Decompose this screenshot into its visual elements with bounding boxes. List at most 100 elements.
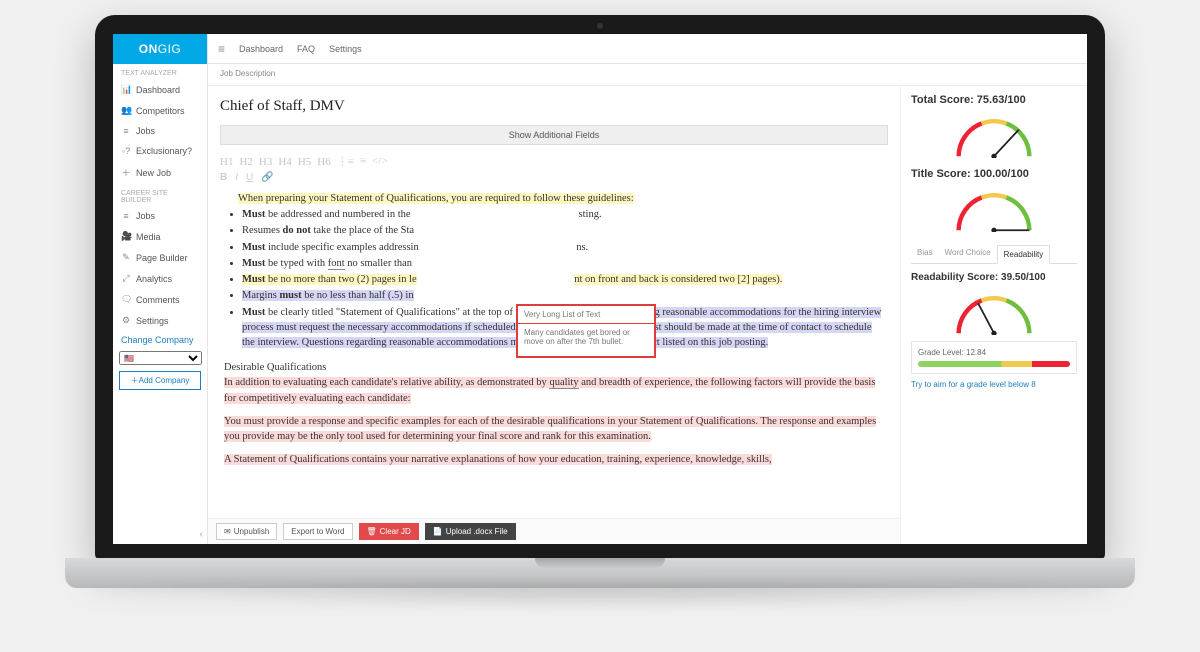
bold-icon[interactable]: B	[220, 172, 227, 183]
competitors-icon: 👥	[121, 105, 131, 116]
title-score-label: Title Score: 100.00/100	[911, 168, 1077, 180]
italic-icon[interactable]: I	[235, 172, 238, 183]
ordered-list-icon[interactable]: ≡	[360, 155, 366, 168]
heading-h6[interactable]: H6	[317, 156, 330, 168]
sidebar-item-exclusionary[interactable]: ◦? Exclusionary?	[113, 141, 207, 161]
sidebar-item-page-builder[interactable]: ✎ Page Builder	[113, 247, 207, 268]
tab-word-choice[interactable]: Word Choice	[939, 244, 997, 263]
sidebar-item-label: Settings	[136, 316, 169, 326]
nav-settings[interactable]: Settings	[329, 44, 362, 54]
topbar: ≡ Dashboard FAQ Settings	[208, 34, 1087, 64]
sidebar-item-jobs[interactable]: ≡ Jobs	[113, 121, 207, 141]
envelope-icon: ✉	[224, 527, 231, 536]
sidebar-item-new-job[interactable]: ＋ New Job	[113, 161, 207, 184]
bullet-list-icon[interactable]: ⋮≡	[337, 155, 354, 168]
heading-h2[interactable]: H2	[239, 156, 252, 168]
sidebar-item-settings[interactable]: ⚙ Settings	[113, 310, 207, 331]
company-select[interactable]: 🇺🇸	[119, 351, 202, 365]
grade-level-bar	[918, 361, 1070, 367]
grade-level-text: Grade Level: 12.84	[918, 348, 1070, 357]
sidebar-section-builder: CAREER SITE BUILDER	[113, 184, 207, 206]
title-score-gauge	[949, 186, 1039, 232]
sidebar-item-label: Jobs	[136, 211, 155, 221]
sidebar-item-label: New Job	[136, 168, 171, 178]
file-icon: 📄	[433, 527, 443, 536]
camera-icon: 🎥	[121, 231, 131, 242]
nav-dashboard[interactable]: Dashboard	[239, 44, 283, 54]
tooltip-body: Many candidates get bored or move on aft…	[518, 324, 654, 356]
link-icon[interactable]: 🔗	[261, 172, 273, 183]
heading-h3[interactable]: H3	[259, 156, 272, 168]
sidebar-item-dashboard[interactable]: 📊 Dashboard	[113, 79, 207, 100]
doc-paragraph: A Statement of Qualifications contains y…	[224, 454, 772, 465]
exclusionary-icon: ◦?	[121, 146, 131, 156]
sidebar: ONGIG TEXT ANALYZER 📊 Dashboard 👥 Compet…	[113, 34, 208, 544]
button-label: Unpublish	[234, 527, 270, 536]
add-company-button[interactable]: ＋Add Company	[119, 371, 201, 390]
action-bar: ✉ Unpublish Export to Word 🗑 Clear JD 📄 …	[208, 518, 900, 544]
list-icon: ≡	[121, 126, 131, 136]
collapse-sidebar-icon[interactable]: ‹	[200, 529, 203, 540]
sidebar-section-analyzer: TEXT ANALYZER	[113, 64, 207, 79]
comment-icon: 🗨	[121, 294, 131, 305]
button-label: Clear JD	[380, 527, 411, 536]
heading-h1[interactable]: H1	[220, 156, 233, 168]
job-title: Chief of Staff, DMV	[220, 98, 888, 115]
brand-logo: ONGIG	[113, 34, 207, 64]
heading-h5[interactable]: H5	[298, 156, 311, 168]
bullet-item: Must be typed with font no smaller than	[242, 256, 884, 271]
export-word-button[interactable]: Export to Word	[283, 523, 352, 540]
hamburger-icon[interactable]: ≡	[218, 42, 225, 56]
tooltip-title: Very Long List of Text	[518, 306, 654, 324]
change-company-link[interactable]: Change Company	[113, 331, 207, 349]
sidebar-item-media[interactable]: 🎥 Media	[113, 226, 207, 247]
unpublish-button[interactable]: ✉ Unpublish	[216, 523, 277, 540]
sidebar-item-label: Analytics	[136, 274, 172, 284]
grade-tip[interactable]: Try to aim for a grade level below 8	[911, 380, 1077, 389]
heading-h4[interactable]: H4	[278, 156, 291, 168]
sidebar-item-analytics[interactable]: ⤢ Analytics	[113, 268, 207, 289]
sidebar-item-label: Media	[136, 232, 161, 242]
sidebar-item-label: Page Builder	[136, 253, 188, 263]
sidebar-item-label: Competitors	[136, 106, 185, 116]
underline-icon[interactable]: U	[246, 172, 253, 183]
doc-paragraph: In addition to evaluating each candidate…	[224, 377, 549, 388]
upload-docx-button[interactable]: 📄 Upload .docx File	[425, 523, 516, 540]
tab-bias[interactable]: Bias	[911, 244, 939, 263]
clear-jd-button[interactable]: 🗑 Clear JD	[359, 523, 419, 540]
editor-heading-toolbar: H1 H2 H3 H4 H5 H6 ⋮≡ ≡ </>	[220, 153, 888, 170]
sidebar-item-label: Exclusionary?	[136, 146, 192, 156]
brand-prefix: ON	[139, 42, 158, 56]
doc-intro: When preparing your Statement of Qualifi…	[238, 193, 634, 204]
editor-format-toolbar: B I U 🔗	[220, 170, 888, 189]
brand-suffix: GIG	[158, 42, 182, 56]
bullet-item: Resumes do not take the place of the Sta	[242, 223, 884, 238]
code-icon[interactable]: </>	[372, 155, 387, 168]
readability-score-gauge	[949, 289, 1039, 335]
nav-faq[interactable]: FAQ	[297, 44, 315, 54]
bullet-item: Must include specific examples addressin…	[242, 240, 884, 255]
warning-tooltip: Very Long List of Text Many candidates g…	[516, 304, 656, 358]
gear-icon: ⚙	[121, 315, 131, 326]
trash-icon: 🗑	[367, 527, 377, 536]
bullet-item: Must be no more than two (2) pages in le…	[242, 272, 884, 287]
desirable-qual-heading: Desirable Qualifications	[224, 360, 884, 375]
breadcrumb: Job Description	[208, 64, 1087, 86]
sidebar-item-label: Comments	[136, 295, 180, 305]
sidebar-item-jobs-2[interactable]: ≡ Jobs	[113, 206, 207, 226]
total-score-gauge	[949, 112, 1039, 158]
tab-readability[interactable]: Readability	[997, 245, 1051, 264]
list-icon: ≡	[121, 211, 131, 221]
score-panel: Total Score: 75.63/100 Title Score: 100.…	[901, 86, 1087, 544]
button-label: Upload .docx File	[446, 527, 508, 536]
bullet-item: Margins must be no less than half (.5) i…	[242, 288, 884, 303]
pencil-icon: ✎	[121, 252, 131, 263]
bullet-item: Must be addressed and numbered in the___…	[242, 207, 884, 222]
total-score-label: Total Score: 75.63/100	[911, 94, 1077, 106]
sidebar-item-competitors[interactable]: 👥 Competitors	[113, 100, 207, 121]
analytics-icon: ⤢	[121, 273, 131, 284]
sidebar-item-comments[interactable]: 🗨 Comments	[113, 289, 207, 310]
show-additional-fields-button[interactable]: Show Additional Fields	[220, 125, 888, 145]
sidebar-item-label: Dashboard	[136, 85, 180, 95]
score-tabs: Bias Word Choice Readability	[911, 244, 1077, 264]
